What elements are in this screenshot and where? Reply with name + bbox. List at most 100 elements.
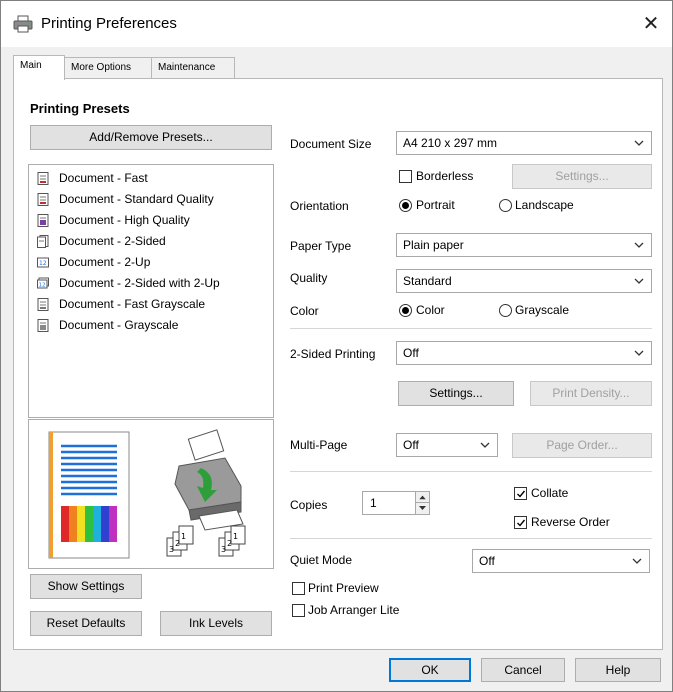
document-standard-icon	[37, 193, 49, 206]
dialog-button-bar: OK Cancel Help	[1, 653, 672, 691]
spin-up-icon[interactable]	[416, 492, 429, 503]
preset-label: Document - Fast Grayscale	[59, 297, 206, 311]
job-arranger-checkbox[interactable]	[292, 604, 305, 617]
print-preview-illustration: 1 2 3 1 2 3	[48, 429, 246, 559]
landscape-radio[interactable]	[499, 199, 512, 212]
reverse-order-label: Reverse Order	[531, 515, 610, 529]
chevron-down-icon	[632, 558, 642, 564]
document-grayscale-icon	[37, 319, 49, 332]
svg-text:1: 1	[181, 532, 186, 541]
paper-type-value: Plain paper	[403, 238, 464, 252]
show-settings-button[interactable]: Show Settings	[30, 574, 142, 599]
multi-page-icon: 1 2 3	[166, 525, 194, 557]
document-2-sided-icon	[37, 235, 49, 248]
ink-levels-button[interactable]: Ink Levels	[160, 611, 272, 636]
borderless-settings-button[interactable]: Settings...	[512, 164, 652, 189]
ok-button[interactable]: OK	[389, 658, 471, 682]
svg-text:1: 1	[233, 532, 238, 541]
svg-text:2: 2	[175, 539, 180, 548]
color-option-label: Color	[416, 303, 445, 317]
paper-type-label: Paper Type	[290, 239, 352, 253]
document-high-quality-icon	[37, 214, 49, 227]
tab-main[interactable]: Main	[13, 55, 65, 80]
copies-label: Copies	[290, 498, 328, 512]
preset-label: Document - 2-Up	[59, 255, 151, 269]
chevron-down-icon	[634, 278, 644, 284]
add-remove-presets-button[interactable]: Add/Remove Presets...	[30, 125, 272, 150]
reset-defaults-button[interactable]: Reset Defaults	[30, 611, 142, 636]
multi-page-value: Off	[403, 438, 419, 452]
svg-text:2: 2	[227, 539, 232, 548]
color-label: Color	[290, 304, 319, 318]
document-size-label: Document Size	[290, 137, 372, 151]
document-size-select[interactable]: A4 210 x 297 mm	[396, 131, 652, 155]
quiet-mode-select[interactable]: Off	[472, 549, 650, 573]
quality-label: Quality	[290, 271, 328, 285]
two-sided-settings-button[interactable]: Settings...	[398, 381, 514, 406]
print-preview-checkbox[interactable]	[292, 582, 305, 595]
divider	[290, 471, 652, 472]
portrait-radio[interactable]	[399, 199, 412, 212]
document-fast-icon	[37, 172, 49, 185]
quality-select[interactable]: Standard	[396, 269, 652, 293]
preset-label: Document - Fast	[59, 171, 148, 185]
quiet-mode-value: Off	[479, 554, 495, 568]
spin-buttons	[415, 492, 429, 514]
divider	[290, 538, 652, 539]
printer-feed-icon	[174, 429, 244, 531]
preset-label: Document - 2-Sided	[59, 234, 166, 248]
two-sided-select[interactable]: Off	[396, 341, 652, 365]
reverse-order-checkbox[interactable]	[514, 516, 527, 529]
preset-label: Document - Grayscale	[59, 318, 179, 332]
svg-text:12: 12	[39, 283, 46, 289]
grayscale-radio[interactable]	[499, 304, 512, 317]
collate-label: Collate	[531, 486, 569, 500]
color-radio[interactable]	[399, 304, 412, 317]
copies-value: 1	[370, 496, 377, 510]
tab-more-options[interactable]: More Options	[64, 57, 152, 79]
help-button[interactable]: Help	[575, 658, 661, 682]
svg-text:12: 12	[39, 260, 47, 267]
close-button[interactable]: ✕	[636, 9, 666, 39]
multi-page-label: Multi-Page	[290, 438, 348, 452]
quiet-mode-label: Quiet Mode	[290, 553, 353, 567]
multi-page-select[interactable]: Off	[396, 433, 498, 457]
printer-icon	[13, 15, 33, 33]
quality-value: Standard	[403, 274, 452, 288]
svg-text:3: 3	[169, 545, 174, 554]
paper-type-select[interactable]: Plain paper	[396, 233, 652, 257]
divider	[290, 328, 652, 329]
orientation-label: Orientation	[290, 199, 349, 213]
checkmark-icon	[517, 490, 526, 498]
title-bar: Printing Preferences ✕	[1, 1, 672, 47]
borderless-checkbox[interactable]	[399, 170, 412, 183]
borderless-label: Borderless	[416, 169, 474, 183]
preset-label: Document - 2-Sided with 2-Up	[59, 276, 220, 290]
page-preview-icon	[48, 431, 130, 559]
radio-selected-dot	[402, 307, 409, 314]
chevron-down-icon	[634, 350, 644, 356]
main-tab-panel: Printing Presets Add/Remove Presets... D…	[13, 78, 663, 650]
tab-maintenance[interactable]: Maintenance	[151, 57, 235, 79]
page-order-button[interactable]: Page Order...	[512, 433, 652, 458]
multi-page-reverse-icon: 1 2 3	[218, 525, 246, 557]
preset-label: Document - Standard Quality	[59, 192, 214, 206]
two-sided-value: Off	[403, 346, 419, 360]
printing-presets-title: Printing Presets	[30, 101, 130, 116]
window-title: Printing Preferences	[41, 15, 177, 32]
cancel-button[interactable]: Cancel	[481, 658, 565, 682]
copies-stepper[interactable]: 1	[362, 491, 430, 515]
collate-checkbox[interactable]	[514, 487, 527, 500]
job-arranger-label: Job Arranger Lite	[308, 603, 400, 617]
print-preview-label: Print Preview	[308, 581, 379, 595]
print-density-button[interactable]: Print Density...	[530, 381, 652, 406]
portrait-label: Portrait	[416, 198, 455, 212]
chevron-down-icon	[480, 442, 490, 448]
two-sided-label: 2-Sided Printing	[290, 347, 376, 361]
document-2-sided-2-up-icon: 12	[37, 277, 49, 289]
spin-down-icon[interactable]	[416, 503, 429, 514]
settings-preview: 1 2 3 1 2 3	[28, 419, 274, 569]
chevron-down-icon	[634, 242, 644, 248]
document-2-up-icon: 12	[37, 257, 49, 268]
document-size-value: A4 210 x 297 mm	[403, 136, 498, 150]
